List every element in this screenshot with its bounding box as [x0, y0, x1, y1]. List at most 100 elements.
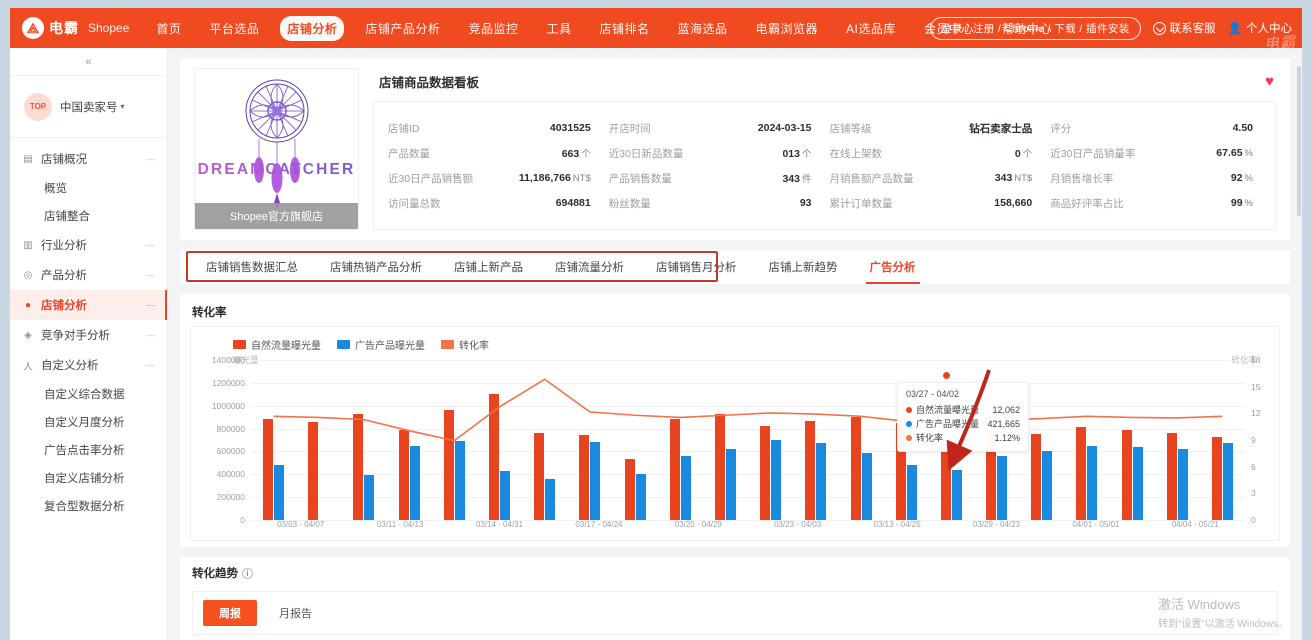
y-tick-label: 600000 [216, 446, 245, 457]
x-tick-label: 03/13 - 04/25 [873, 520, 921, 529]
thumbnail-caption: Shopee官方旗舰店 [195, 203, 358, 229]
nav-item-7[interactable]: 蓝海选品 [670, 16, 734, 41]
tooltip-row: 转化率 1.12% [906, 431, 1020, 445]
legend-item-1[interactable]: 广告产品曝光量 [337, 337, 425, 352]
page-scrollbar[interactable] [1296, 48, 1302, 640]
tab-5[interactable]: 店铺上新趋势 [753, 250, 854, 284]
sidebar-subitem-0-1[interactable]: 店铺整合 [10, 202, 167, 230]
sidebar-subitem-5-2[interactable]: 广告点击率分析 [10, 436, 167, 464]
nav-item-6[interactable]: 店铺排名 [592, 16, 656, 41]
tab-0[interactable]: 店铺销售数据汇总 [190, 250, 314, 284]
sidebar-item-4[interactable]: ◈ 竞争对手分析 — [10, 320, 167, 350]
nav-item-4[interactable]: 竞品监控 [461, 16, 525, 41]
brand-logo-group[interactable]: ⟁ 电霸 Shopee [22, 17, 129, 39]
bar-ads [951, 469, 962, 520]
segment-0[interactable]: 周报 [203, 600, 257, 626]
sidebar-item-label: 行业分析 [41, 240, 87, 252]
nav-item-8[interactable]: 电霸浏览器 [749, 16, 826, 41]
segment-1[interactable]: 月报告 [263, 600, 328, 626]
legend-item-0[interactable]: 自然流量曝光量 [233, 337, 321, 352]
shop-selector[interactable]: TOP 中国卖家号 ▾ [10, 76, 167, 138]
sidebar-subitem-5-3[interactable]: 自定义店铺分析 [10, 464, 167, 492]
nav-item-0[interactable]: 首页 [149, 16, 188, 41]
sidebar-subitem-5-0[interactable]: 自定义综合数据 [10, 380, 167, 408]
stat-key: 月销售增长率 [1050, 172, 1114, 185]
y-tick-label: 0 [240, 515, 245, 525]
nav-item-2[interactable]: 店铺分析 [280, 15, 345, 41]
bar-ads [364, 475, 375, 520]
tab-6[interactable]: 广告分析 [854, 250, 932, 284]
scrollbar-thumb[interactable] [1297, 66, 1301, 216]
chevron-icon: — [146, 330, 155, 340]
sidebar-item-1[interactable]: ▥ 行业分析 — [10, 230, 167, 260]
customer-service-button[interactable]: 联系客服 [1152, 20, 1216, 36]
store-logo-thumbnail[interactable]: DREAMCATCHER Shopee官方旗舰店 [194, 68, 359, 230]
sidebar-icon-5: 人 [23, 361, 33, 373]
brand-wordmark: DREAMCATCHER [195, 161, 358, 179]
conversion-trend-title: 转化趋势 [192, 568, 238, 580]
sidebar-item-3[interactable]: ● 店铺分析 — [10, 290, 167, 320]
y2-tick-label: 0 [1251, 515, 1256, 525]
legend-item-2[interactable]: 转化率 [441, 337, 489, 352]
sidebar-item-label: 自定义分析 [41, 360, 99, 372]
chevron-icon: — [146, 154, 155, 164]
bar-ads [997, 456, 1008, 520]
y2-tick-label: 18 [1251, 355, 1261, 365]
chevron-icon: — [146, 360, 155, 370]
stat-value: 11,186,766 NT$ [518, 172, 591, 184]
tooltip-value: 421,665 [987, 419, 1020, 429]
chevron-icon: — [146, 300, 155, 310]
stat-key: 累计订单数量 [829, 197, 893, 210]
chevron-down-icon: ▾ [120, 102, 125, 111]
sidebar-icon-2: ◎ [23, 269, 33, 281]
sidebar-subitem-5-1[interactable]: 自定义月度分析 [10, 408, 167, 436]
stat-item: 月销售额产品数量 343 NT$ [826, 166, 1045, 191]
sidebar-subitem-0-0[interactable]: 概览 [10, 174, 167, 202]
nav-item-3[interactable]: 店铺产品分析 [358, 16, 447, 41]
stat-key: 粉丝数量 [608, 197, 651, 210]
info-icon[interactable]: i [242, 567, 253, 579]
tab-2[interactable]: 店铺上新产品 [438, 250, 539, 284]
tab-1[interactable]: 店铺热销产品分析 [314, 250, 438, 284]
nav-item-1[interactable]: 平台选品 [202, 16, 266, 41]
bar-ads [725, 449, 736, 520]
summary-title-row: 店铺商品数据看板 ♥ [373, 68, 1276, 101]
legend-label: 自然流量曝光量 [251, 341, 321, 352]
tooltip-dot [906, 407, 912, 413]
stat-key: 访问量总数 [388, 197, 441, 210]
stat-value: 钻石卖家士品 [969, 122, 1033, 135]
user-center-button[interactable]: 👤 个人中心 [1228, 20, 1292, 36]
nav-item-9[interactable]: AI选品库 [839, 16, 903, 41]
auth-links-pill[interactable]: 登录 / 注册 / Chrome / 下载 / 插件安装 [930, 16, 1141, 40]
conversion-trend-section: 转化趋势 i 周报 月报告 [180, 557, 1290, 640]
stat-item: 评分 4.50 [1046, 116, 1265, 141]
favorite-heart-icon[interactable]: ♥ [1265, 73, 1274, 90]
legend-label: 转化率 [459, 341, 489, 352]
sidebar-item-label: 店铺分析 [41, 300, 87, 312]
tooltip-row: 广告产品曝光量 421,665 [906, 417, 1020, 431]
stat-item: 商品好评率占比 99% [1046, 191, 1265, 216]
y2-tick-label: 9 [1251, 435, 1256, 445]
sidebar-item-0[interactable]: ▤ 店铺概况 — [10, 144, 167, 174]
chart-card: 转化率 自然流量曝光量 广告产品曝光量 转化率 曝光量 转化率 1400000 120… [180, 294, 1290, 547]
tab-4[interactable]: 店铺销售月分析 [640, 250, 753, 284]
sidebar-item-2[interactable]: ◎ 产品分析 — [10, 260, 167, 290]
sidebar-subitem-5-4[interactable]: 复合型数据分析 [10, 492, 167, 520]
tooltip-label: 自然流量曝光量 [916, 405, 980, 415]
stat-item: 在线上架数 0 个 [826, 141, 1045, 166]
sidebar-collapse-button[interactable]: « [10, 48, 167, 76]
y2-tick-label: 12 [1251, 408, 1261, 419]
legend-label: 广告产品曝光量 [355, 341, 425, 352]
conversion-rate-line [251, 360, 1245, 459]
y-tick-label: 200000 [216, 492, 245, 503]
avatar: TOP [24, 92, 52, 121]
x-tick-label: 03/20 - 04/29 [674, 520, 722, 529]
nav-item-5[interactable]: 工具 [539, 16, 578, 41]
tooltip-title: 03/27 - 04/02 [906, 389, 960, 399]
sidebar-item-5[interactable]: 人自定义分析 — [10, 350, 167, 380]
chart-area: 自然流量曝光量 广告产品曝光量 转化率 曝光量 转化率 1400000 1200000… [190, 326, 1280, 541]
sidebar-icon-3: ● [24, 299, 32, 311]
tab-3[interactable]: 店铺流量分析 [539, 250, 640, 284]
bar-ads [545, 478, 556, 520]
hovered-point-marker [943, 372, 950, 379]
